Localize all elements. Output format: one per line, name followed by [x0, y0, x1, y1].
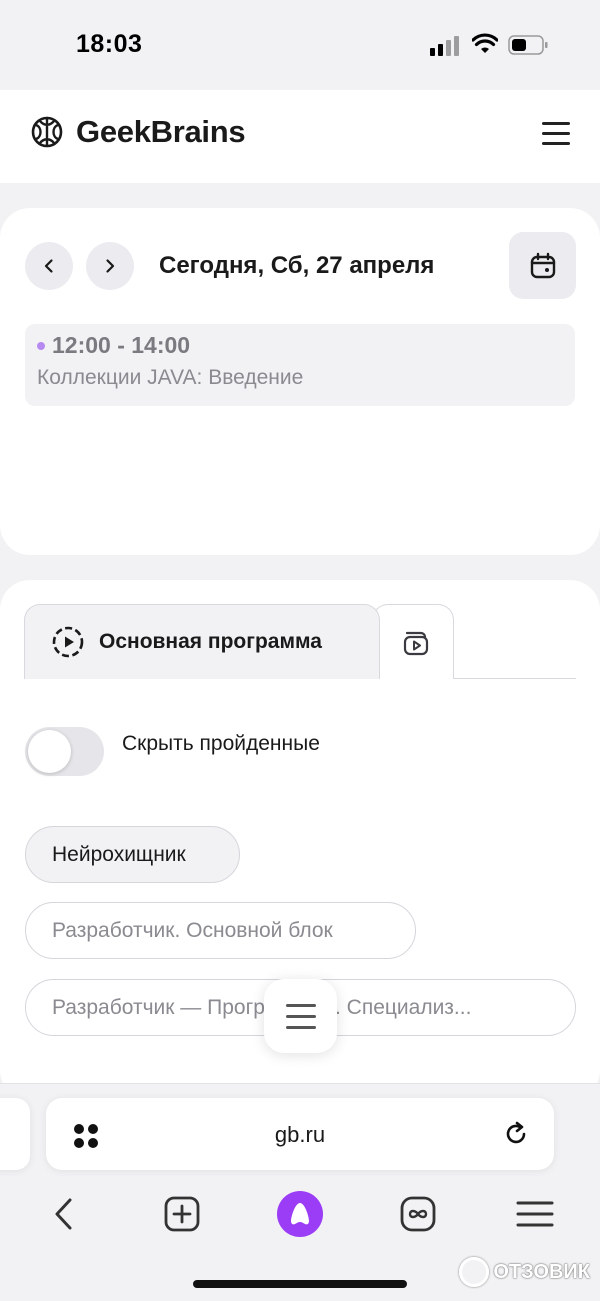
open-calendar-button[interactable]	[509, 232, 576, 299]
brand-link[interactable]: GeekBrains	[30, 114, 246, 150]
video-stack-icon	[403, 631, 429, 656]
tab-main-program[interactable]: Основная программа	[24, 604, 380, 679]
tabs-overview-button[interactable]	[394, 1190, 442, 1238]
previous-tab-card[interactable]	[0, 1098, 30, 1170]
home-indicator[interactable]	[193, 1280, 407, 1288]
url-text: gb.ru	[274, 1122, 326, 1147]
brand-name: GeekBrains	[76, 114, 246, 149]
cellular-signal-icon	[430, 34, 462, 56]
event-time: 12:00 - 14:00	[52, 332, 191, 358]
battery-icon	[508, 35, 548, 55]
play-circle-icon	[52, 626, 84, 658]
alice-icon	[277, 1191, 323, 1237]
brain-logo-icon	[31, 116, 63, 148]
status-time: 18:03	[76, 30, 143, 58]
menu-icon[interactable]	[542, 122, 570, 146]
browser-nav-row	[0, 1190, 600, 1238]
chevron-left-icon	[44, 259, 53, 273]
status-bar: 18:03	[0, 0, 600, 90]
prev-day-button[interactable]	[25, 242, 73, 290]
watermark: ОТЗОВИК	[459, 1257, 590, 1287]
hide-completed-label: Скрыть пройденные	[122, 732, 320, 755]
browser-menu-button[interactable]	[511, 1190, 559, 1238]
back-arrow-icon	[55, 1198, 72, 1230]
watermark-logo-icon	[459, 1257, 490, 1287]
chip-course-1[interactable]: Нейрохищник	[25, 826, 240, 883]
tab-main-label: Основная программа	[99, 630, 322, 653]
site-header: GeekBrains	[0, 90, 600, 183]
wifi-icon	[472, 33, 498, 53]
tab-video[interactable]	[372, 604, 454, 679]
calendar-card: Сегодня, Сб, 27 апреля 12:00 - 14:00 Кол…	[0, 208, 600, 555]
next-day-button[interactable]	[86, 242, 134, 290]
watermark-text: ОТЗОВИК	[493, 1260, 590, 1283]
plus-square-icon	[164, 1196, 200, 1232]
chip-course-2[interactable]: Разработчик. Основной блок	[25, 902, 416, 959]
calendar-date-title: Сегодня, Сб, 27 апреля	[159, 252, 435, 279]
event-dot	[37, 342, 45, 350]
new-tab-button[interactable]	[158, 1190, 206, 1238]
calendar-event[interactable]: 12:00 - 14:00 Коллекции JAVA: Введение	[25, 324, 575, 406]
address-bar[interactable]: gb.ru	[46, 1098, 554, 1170]
infinity-square-icon	[400, 1196, 436, 1232]
alice-assistant-button[interactable]	[276, 1190, 324, 1238]
chevron-right-icon	[106, 259, 115, 273]
calendar-icon	[530, 252, 555, 278]
event-title: Коллекции JAVA: Введение	[37, 366, 304, 389]
hamburger-icon	[516, 1201, 554, 1227]
floating-menu-button[interactable]	[264, 979, 337, 1053]
toggle-knob	[28, 730, 71, 773]
back-button[interactable]	[41, 1190, 89, 1238]
hide-completed-toggle[interactable]	[25, 727, 104, 776]
reload-icon[interactable]	[502, 1120, 530, 1148]
